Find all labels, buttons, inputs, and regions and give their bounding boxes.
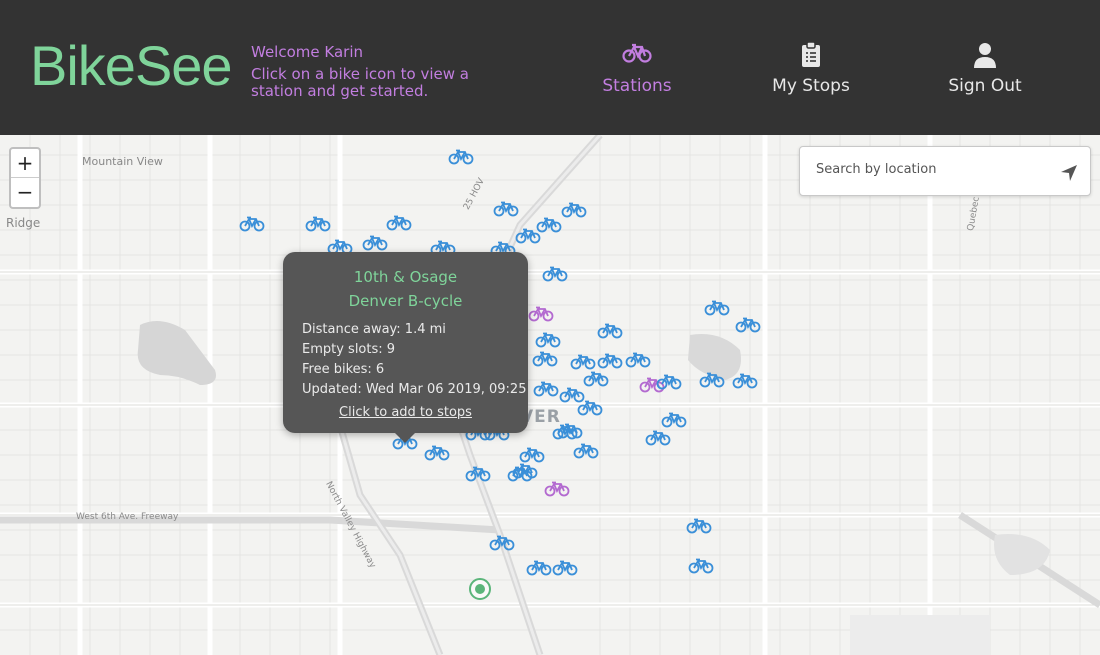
bike-station-icon[interactable] bbox=[699, 372, 725, 388]
zoom-control: + − bbox=[9, 147, 41, 209]
nav-stations[interactable]: Stations bbox=[597, 42, 677, 96]
current-location-marker bbox=[469, 578, 491, 600]
welcome-message: Click on a bike icon to view a station a… bbox=[251, 65, 469, 100]
location-arrow-icon[interactable] bbox=[1060, 164, 1078, 182]
bike-station-icon[interactable] bbox=[239, 216, 265, 232]
bike-station-icon[interactable] bbox=[528, 306, 554, 322]
popup-network-name: Denver B-cycle bbox=[348, 292, 463, 310]
bike-station-icon[interactable] bbox=[493, 201, 519, 217]
zoom-out-button[interactable]: − bbox=[11, 178, 39, 207]
bike-station-icon[interactable] bbox=[661, 412, 687, 428]
bike-station-icon[interactable] bbox=[561, 202, 587, 218]
bike-station-icon[interactable] bbox=[533, 381, 559, 397]
bike-station-icon[interactable] bbox=[305, 216, 331, 232]
bike-station-icon[interactable] bbox=[573, 443, 599, 459]
bike-station-icon[interactable] bbox=[686, 518, 712, 534]
bike-station-icon[interactable] bbox=[532, 351, 558, 367]
bike-station-icon[interactable] bbox=[577, 400, 603, 416]
map-label-mountain-view: Mountain View bbox=[82, 155, 163, 168]
map-label-ridge: Ridge bbox=[6, 216, 41, 230]
search-box bbox=[799, 146, 1091, 196]
bike-station-icon[interactable] bbox=[583, 371, 609, 387]
bike-station-icon[interactable] bbox=[552, 424, 578, 440]
welcome-block: Welcome Karin Click on a bike icon to vi… bbox=[251, 43, 521, 100]
nav-sign-out[interactable]: Sign Out bbox=[942, 42, 1028, 96]
popup-distance: Distance away: 1.4 mi bbox=[302, 322, 446, 337]
bike-station-icon[interactable] bbox=[535, 332, 561, 348]
bike-station-icon[interactable] bbox=[515, 228, 541, 244]
bike-station-icon[interactable] bbox=[526, 560, 552, 576]
bike-station-icon[interactable] bbox=[512, 463, 538, 479]
nav-stations-label: Stations bbox=[602, 76, 672, 96]
bike-station-icon[interactable] bbox=[544, 481, 570, 497]
bike-station-icon[interactable] bbox=[570, 354, 596, 370]
bike-station-icon[interactable] bbox=[465, 466, 491, 482]
bike-station-icon[interactable] bbox=[489, 535, 515, 551]
bike-station-icon[interactable] bbox=[519, 447, 545, 463]
bike-station-icon[interactable] bbox=[597, 323, 623, 339]
header-bar: BikeSee Welcome Karin Click on a bike ic… bbox=[0, 0, 1100, 135]
bike-station-icon[interactable] bbox=[552, 560, 578, 576]
map-view[interactable]: Mountain View Ridge VER West 6th Ave. Fr… bbox=[0, 135, 1100, 655]
map-label-freeway: West 6th Ave. Freeway bbox=[76, 512, 179, 522]
add-to-stops-link[interactable]: Click to add to stops bbox=[283, 405, 528, 420]
bike-station-icon[interactable] bbox=[448, 149, 474, 165]
popup-free-bikes: Free bikes: 6 bbox=[302, 362, 385, 377]
bike-station-icon[interactable] bbox=[424, 445, 450, 461]
bike-station-icon[interactable] bbox=[645, 430, 671, 446]
bike-icon bbox=[597, 42, 677, 70]
zoom-in-button[interactable]: + bbox=[11, 149, 39, 178]
popup-empty-slots: Empty slots: 9 bbox=[302, 342, 396, 357]
bike-station-icon[interactable] bbox=[656, 374, 682, 390]
bike-station-icon[interactable] bbox=[362, 235, 388, 251]
popup-station-name: 10th & Osage bbox=[353, 268, 458, 286]
bike-station-icon[interactable] bbox=[704, 300, 730, 316]
bike-station-icon[interactable] bbox=[732, 373, 758, 389]
bike-station-icon[interactable] bbox=[542, 266, 568, 282]
bike-station-icon[interactable] bbox=[735, 317, 761, 333]
bike-station-icon[interactable] bbox=[688, 558, 714, 574]
search-input[interactable] bbox=[816, 162, 1046, 177]
bike-station-icon[interactable] bbox=[597, 353, 623, 369]
bike-station-icon[interactable] bbox=[625, 352, 651, 368]
popup-updated: Updated: Wed Mar 06 2019, 09:25 bbox=[302, 382, 527, 397]
bike-station-icon[interactable] bbox=[386, 215, 412, 231]
station-popup: 10th & Osage Denver B-cycle Distance awa… bbox=[283, 252, 528, 443]
welcome-text: Welcome Karin bbox=[251, 43, 363, 61]
nav-my-stops-label: My Stops bbox=[772, 76, 850, 96]
clipboard-icon bbox=[762, 41, 860, 70]
app-logo[interactable]: BikeSee bbox=[30, 38, 233, 94]
nav-my-stops[interactable]: My Stops bbox=[762, 41, 860, 96]
user-icon bbox=[942, 42, 1028, 70]
popup-details: Distance away: 1.4 mi Empty slots: 9 Fre… bbox=[302, 320, 528, 400]
nav-sign-out-label: Sign Out bbox=[948, 76, 1022, 96]
